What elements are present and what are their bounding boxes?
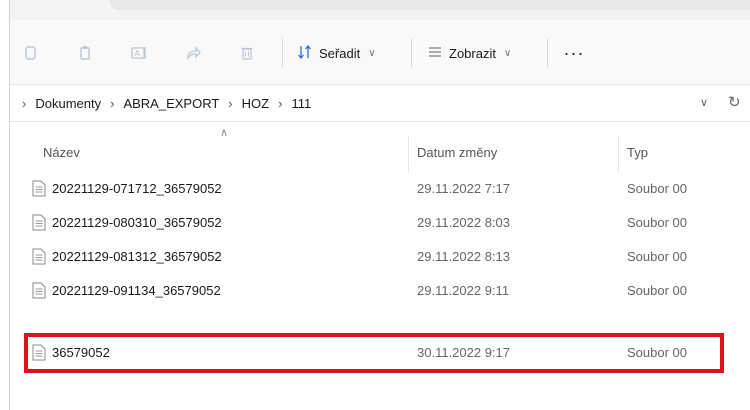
chevron-right-icon[interactable]: › bbox=[228, 96, 232, 111]
file-date: 29.11.2022 8:13 bbox=[417, 249, 511, 264]
file-type: Soubor 00 bbox=[627, 345, 687, 360]
column-header-row: ∧ Název Datum změny Typ bbox=[10, 122, 750, 172]
file-name: 20221129-080310_36579052 bbox=[52, 215, 222, 230]
file-row[interactable]: 20221129-091134_36579052 29.11.2022 9:11… bbox=[10, 274, 750, 308]
column-divider[interactable] bbox=[408, 136, 409, 172]
delete-icon[interactable] bbox=[239, 45, 255, 61]
sort-label: Seřadit bbox=[319, 45, 361, 61]
column-header-name[interactable]: Název bbox=[43, 145, 80, 160]
file-name: 36579052 bbox=[52, 345, 110, 360]
copy-icon[interactable] bbox=[77, 45, 93, 61]
tab-strip bbox=[10, 0, 750, 21]
file-row[interactable]: 20221129-071712_36579052 29.11.2022 7:17… bbox=[10, 172, 750, 206]
active-tab[interactable] bbox=[110, 0, 750, 10]
file-date: 29.11.2022 9:11 bbox=[417, 283, 510, 298]
sort-button[interactable]: Seřadit ∨ bbox=[297, 40, 376, 66]
file-name: 20221129-071712_36579052 bbox=[52, 181, 222, 196]
view-label: Zobrazit bbox=[449, 45, 496, 61]
chevron-down-icon: ∨ bbox=[368, 47, 376, 59]
file-type: Soubor 00 bbox=[627, 215, 687, 230]
chevron-right-icon[interactable]: › bbox=[110, 96, 114, 111]
share-icon[interactable] bbox=[185, 45, 201, 61]
breadcrumb-item[interactable]: ABRA_EXPORT bbox=[123, 96, 219, 111]
more-options-button[interactable]: ··· bbox=[559, 40, 589, 66]
file-icon bbox=[32, 214, 46, 231]
address-bar[interactable]: › Dokumenty › ABRA_EXPORT › HOZ › 111 ∨ … bbox=[10, 85, 750, 122]
column-header-date[interactable]: Datum změny bbox=[417, 145, 497, 160]
sort-ascending-icon: ∧ bbox=[220, 127, 229, 139]
file-row[interactable]: 20221129-081312_36579052 29.11.2022 8:13… bbox=[10, 240, 750, 274]
file-explorer-window: A Seřadit ∨ Zobrazit ∨ ··· › Dokumenty ›… bbox=[9, 0, 750, 410]
file-type: Soubor 00 bbox=[627, 181, 687, 196]
file-icon bbox=[32, 344, 46, 361]
file-row[interactable]: 36579052 30.11.2022 9:17 Soubor 00 bbox=[10, 336, 750, 370]
toolbar-separator bbox=[282, 38, 283, 68]
column-divider[interactable] bbox=[618, 136, 619, 172]
cut-icon[interactable] bbox=[23, 45, 39, 61]
address-history-dropdown-icon[interactable]: ∨ bbox=[700, 96, 708, 109]
rename-icon[interactable]: A bbox=[131, 45, 147, 61]
file-date: 29.11.2022 7:17 bbox=[417, 181, 511, 196]
file-icon bbox=[32, 180, 46, 197]
breadcrumb: › Dokumenty › ABRA_EXPORT › HOZ › 111 bbox=[22, 94, 311, 112]
toolbar-separator bbox=[547, 38, 548, 68]
breadcrumb-item[interactable]: HOZ bbox=[242, 96, 269, 111]
file-type: Soubor 00 bbox=[627, 283, 687, 298]
chevron-right-icon[interactable]: › bbox=[22, 96, 26, 111]
file-icon bbox=[32, 282, 46, 299]
file-row[interactable]: 20221129-080310_36579052 29.11.2022 8:03… bbox=[10, 206, 750, 240]
sort-icon bbox=[297, 44, 313, 63]
chevron-down-icon: ∨ bbox=[503, 47, 512, 59]
breadcrumb-item[interactable]: Dokumenty bbox=[35, 96, 101, 111]
view-icon bbox=[427, 44, 443, 63]
file-date: 30.11.2022 9:17 bbox=[417, 345, 511, 360]
view-button[interactable]: Zobrazit ∨ bbox=[427, 40, 511, 66]
file-name: 20221129-091134_36579052 bbox=[52, 283, 221, 298]
breadcrumb-item[interactable]: 111 bbox=[291, 96, 311, 111]
svg-text:A: A bbox=[135, 49, 141, 58]
refresh-icon[interactable]: ↻ bbox=[728, 93, 741, 111]
command-bar: A Seřadit ∨ Zobrazit ∨ ··· bbox=[10, 20, 750, 85]
file-date: 29.11.2022 8:03 bbox=[417, 215, 511, 230]
toolbar-separator bbox=[411, 38, 412, 68]
file-type: Soubor 00 bbox=[627, 249, 687, 264]
file-name: 20221129-081312_36579052 bbox=[52, 249, 222, 264]
chevron-right-icon[interactable]: › bbox=[278, 96, 282, 111]
column-header-type[interactable]: Typ bbox=[627, 145, 648, 160]
file-icon bbox=[32, 248, 46, 265]
